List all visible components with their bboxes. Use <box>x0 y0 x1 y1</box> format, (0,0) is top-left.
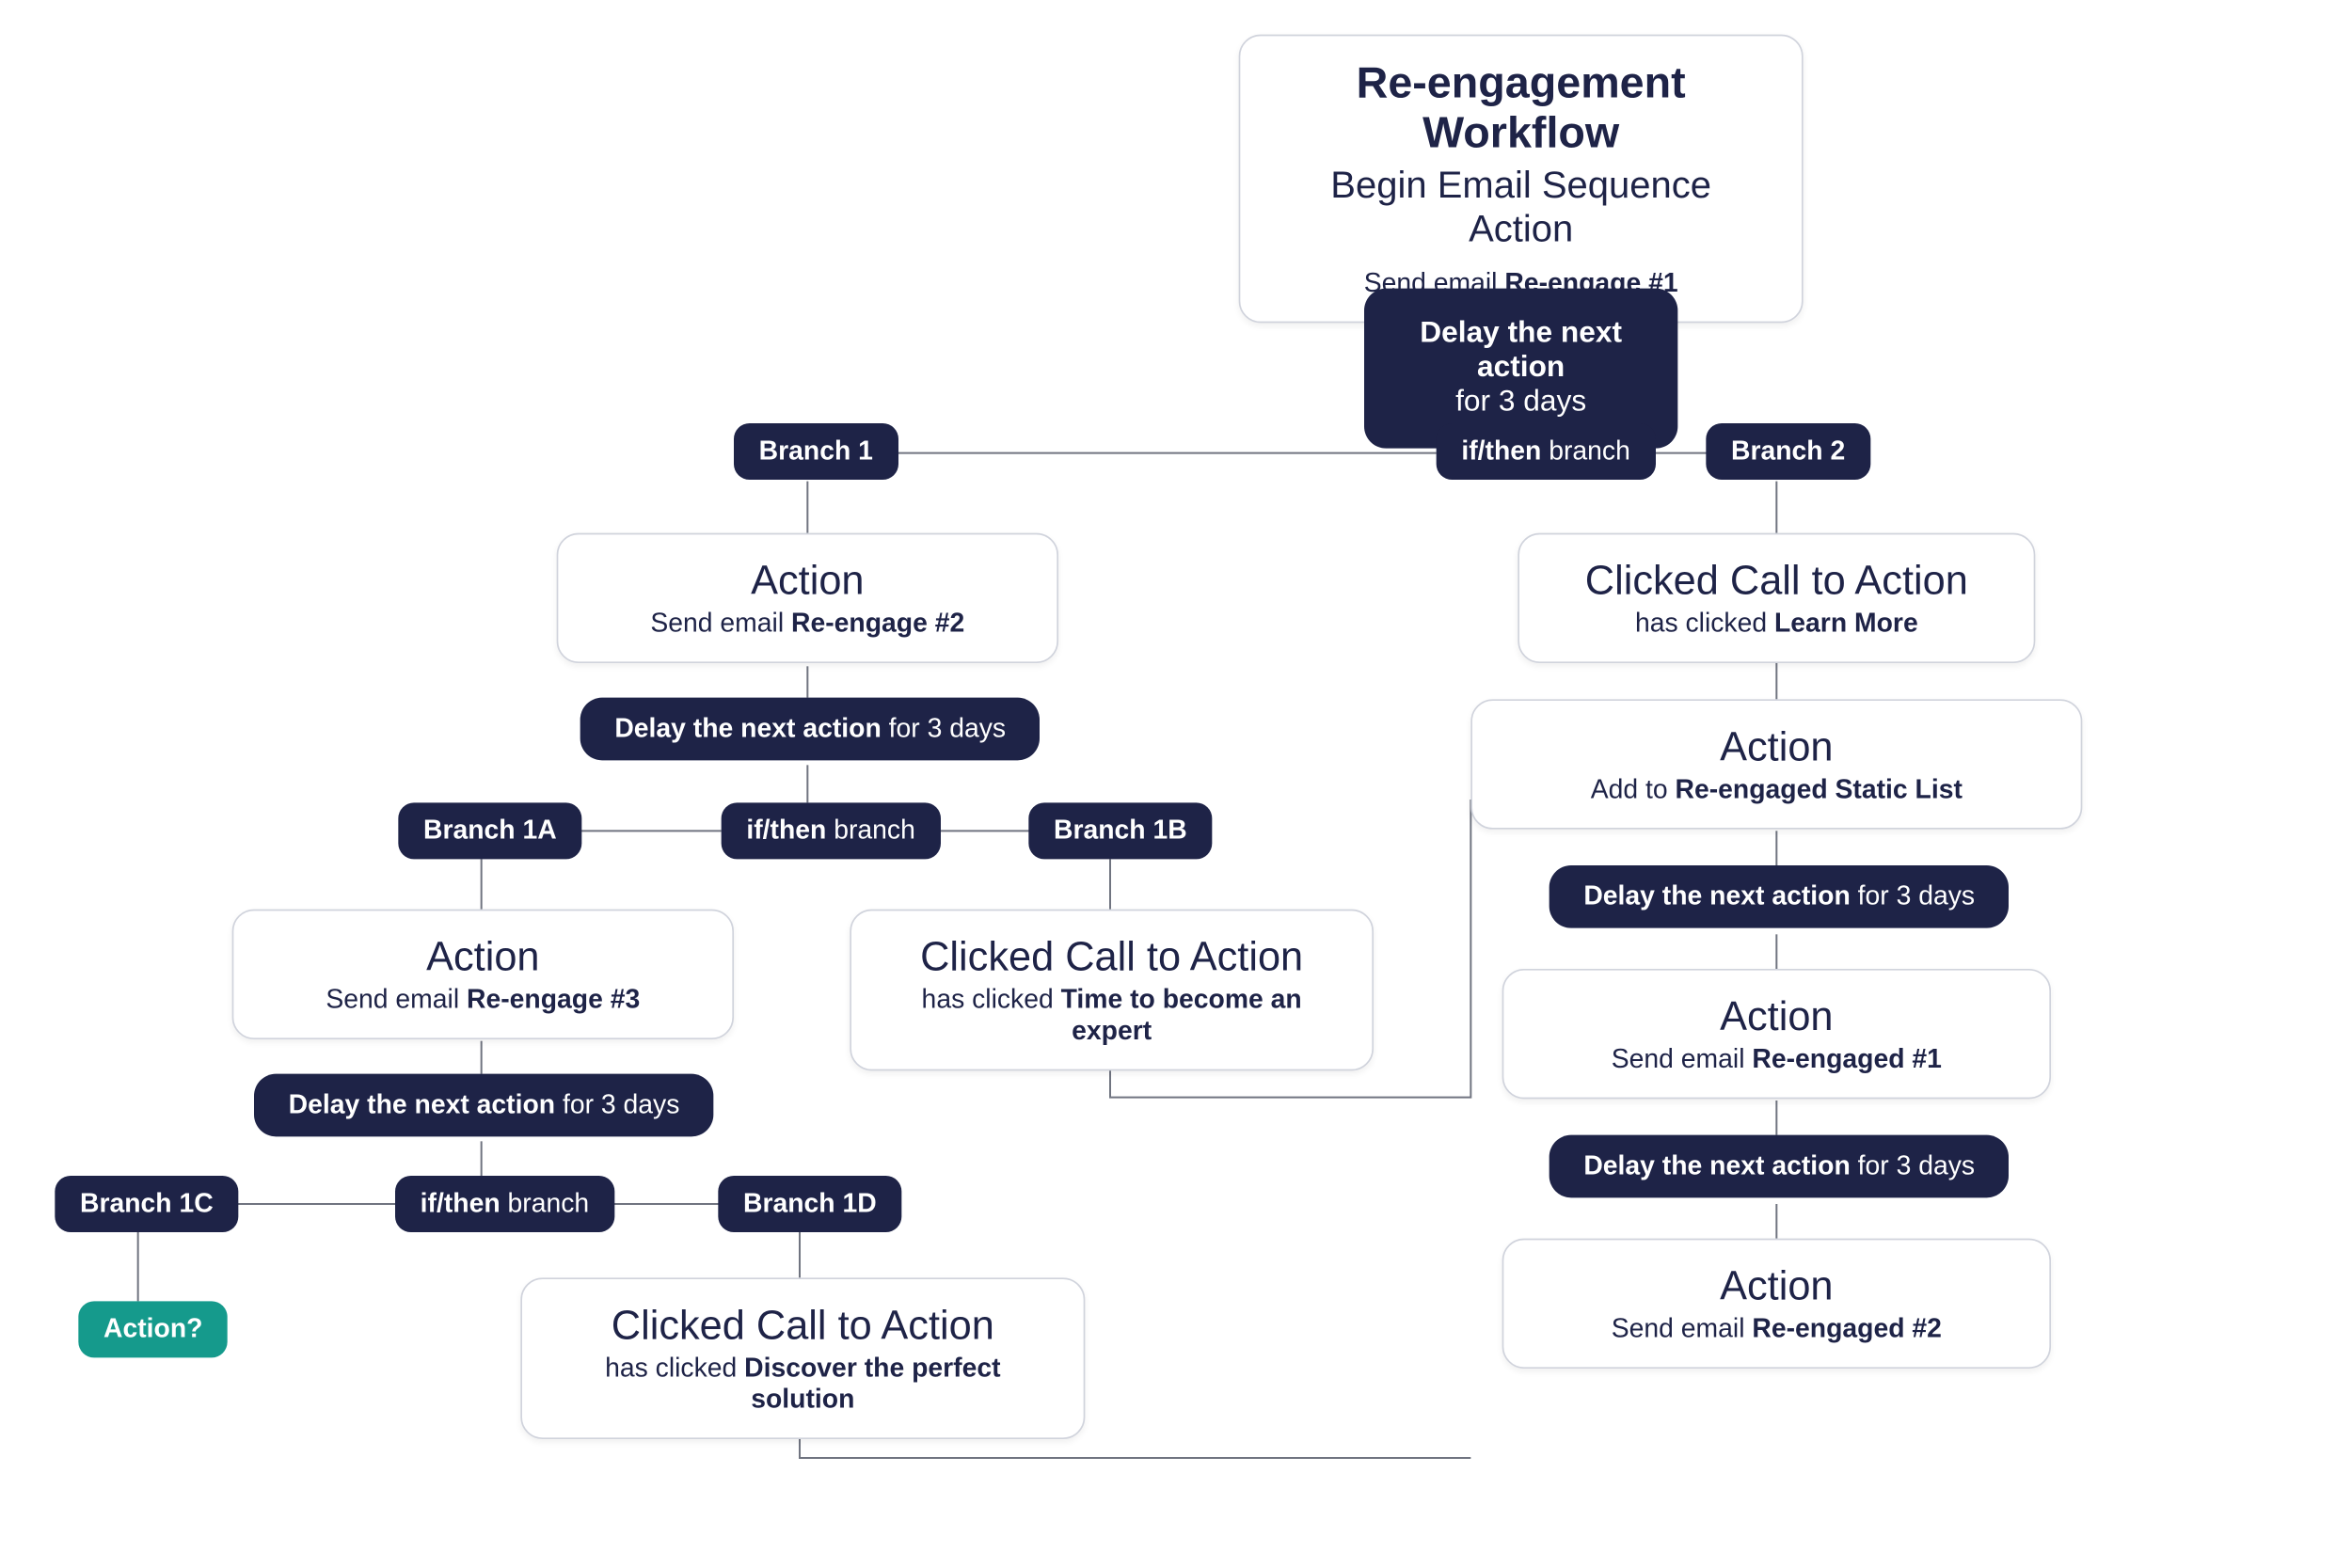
b2-cta-node: Clicked Call to Action has clicked Learn… <box>1518 533 2035 663</box>
branch-1-label: Branch 1 <box>734 423 898 480</box>
branch-1d-label: Branch 1D <box>718 1176 901 1232</box>
b1b-cta-node: Clicked Call to Action has clicked Time … <box>850 910 1374 1071</box>
workflow-canvas: Re-engagement Workflow Begin Email Seque… <box>0 0 2352 1568</box>
b1d-cta-node: Clicked Call to Action has clicked Disco… <box>520 1277 1085 1439</box>
ifthen-b1a: if/then branch <box>395 1176 614 1232</box>
b1c-action-placeholder: Action? <box>78 1301 228 1357</box>
b2-delay2: Delay the next action for 3 days <box>1549 1135 2010 1198</box>
start-title: Re-engagement Workflow <box>1284 58 1757 159</box>
branch-1b-label: Branch 1B <box>1028 802 1212 859</box>
b1-delay: Delay the next action for 3 days <box>580 698 1041 761</box>
start-node: Re-engagement Workflow Begin Email Seque… <box>1239 35 1804 324</box>
b2-action3-node: Action Send email Re-engaged #2 <box>1502 1239 2051 1369</box>
b1a-action-node: Action Send email Re-engage #3 <box>232 910 734 1039</box>
start-subtitle: Begin Email Sequence Action <box>1284 166 1757 253</box>
branch-1a-label: Branch 1A <box>398 802 581 859</box>
b1a-delay: Delay the next action for 3 days <box>254 1074 714 1137</box>
ifthen-top: if/then branch <box>1437 423 1656 480</box>
branch-2-label: Branch 2 <box>1706 423 1870 480</box>
b1-action-node: Action Send email Re-engage #2 <box>557 533 1058 663</box>
b2-action1-node: Action Add to Re-engaged Static List <box>1470 699 2082 829</box>
ifthen-b1: if/then branch <box>722 802 941 859</box>
b2-delay1: Delay the next action for 3 days <box>1549 865 2010 928</box>
b2-action2-node: Action Send email Re-engaged #1 <box>1502 969 2051 1099</box>
branch-1c-label: Branch 1C <box>55 1176 238 1232</box>
